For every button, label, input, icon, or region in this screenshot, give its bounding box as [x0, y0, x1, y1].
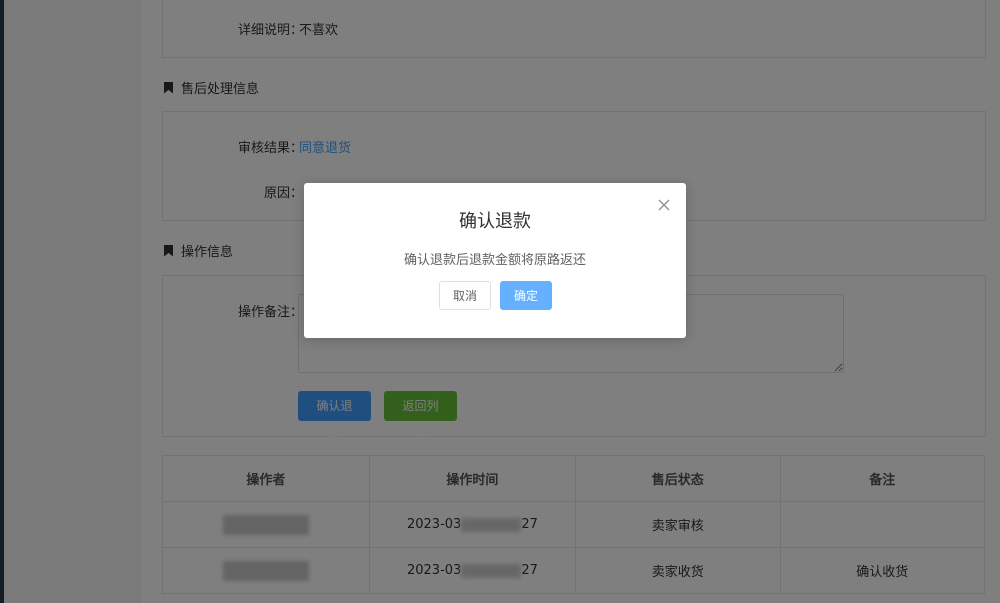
ok-button[interactable]: 确定: [500, 281, 552, 310]
dialog-title: 确认退款: [459, 211, 531, 232]
close-icon[interactable]: [656, 197, 672, 213]
dialog-message: 确认退款后退款金额将原路返还: [403, 253, 586, 268]
confirm-refund-dialog: 确认退款 确认退款后退款金额将原路返还 取消 确定: [304, 183, 686, 338]
cancel-button[interactable]: 取消: [439, 281, 491, 310]
